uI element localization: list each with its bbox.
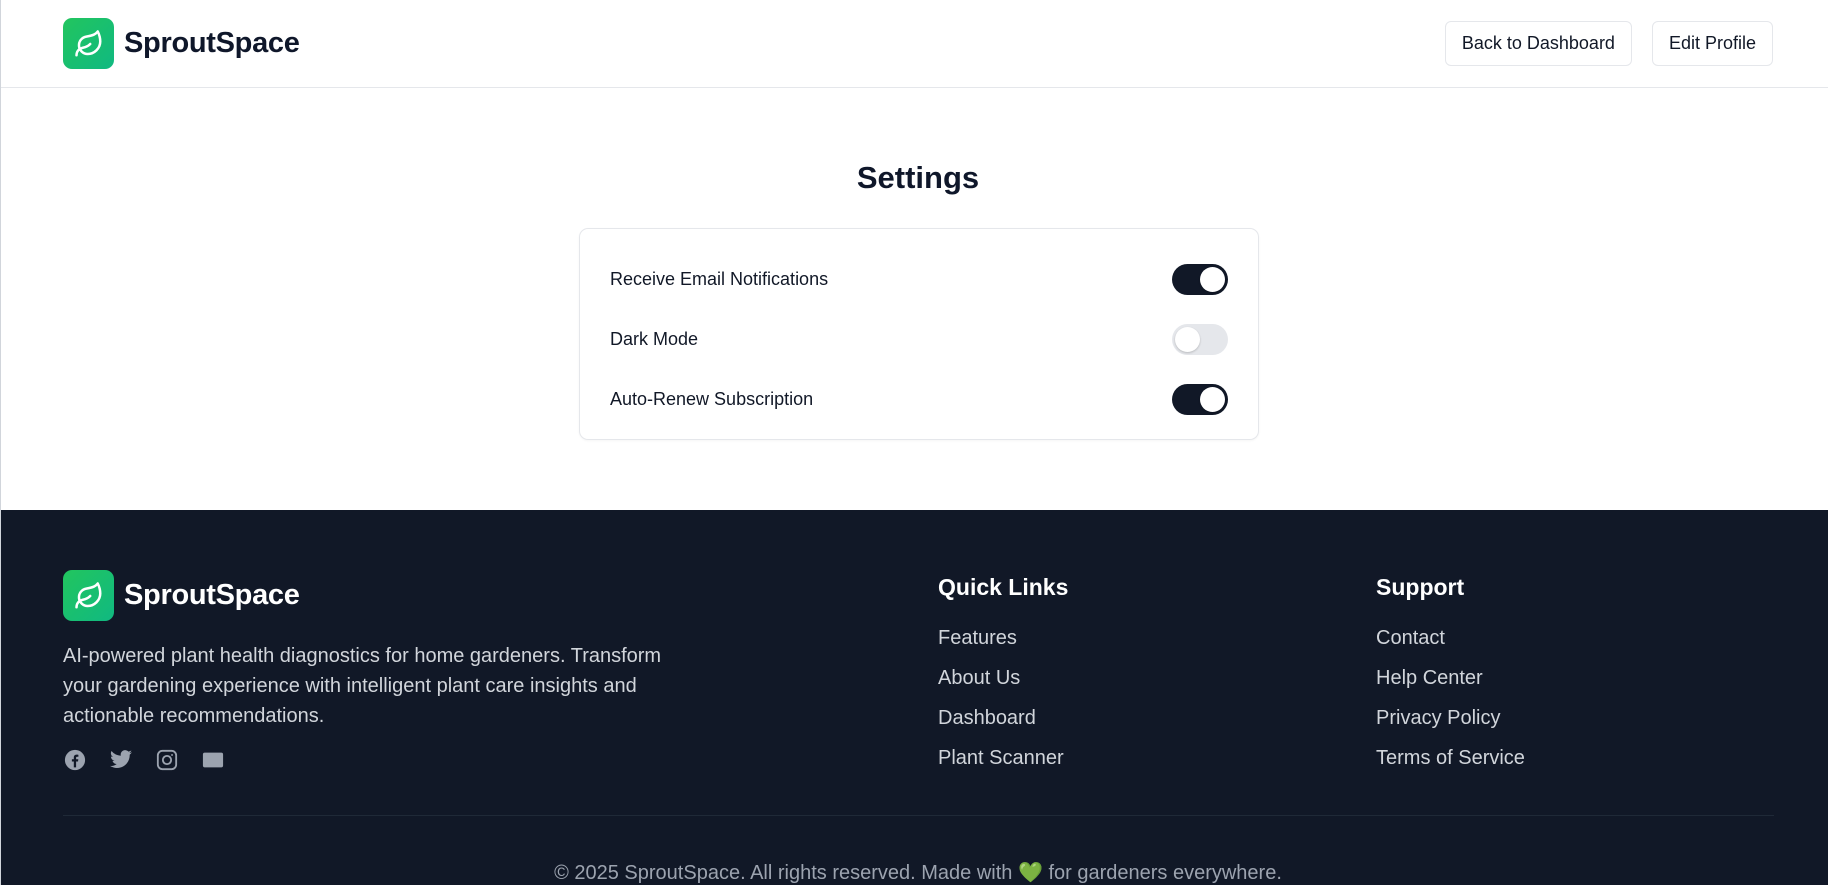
brand-name: SproutSpace [124,27,300,59]
edit-profile-button[interactable]: Edit Profile [1651,21,1773,66]
page-title: Settings [856,160,980,195]
back-to-dashboard-button[interactable]: Back to Dashboard [1444,21,1632,66]
footer-brand[interactable]: SproutSpace [63,570,300,621]
quick-links-column: Quick Links Features About Us Dashboard … [938,574,1068,787]
quick-links-heading: Quick Links [938,574,1069,600]
facebook-icon[interactable] [63,748,87,772]
mail-icon[interactable] [201,748,225,772]
toggle-knob [1200,386,1225,412]
leaf-icon [63,18,114,69]
heart-icon: 💚 [1017,862,1043,884]
footer-link-help-center[interactable]: Help Center [1376,667,1525,707]
toggle-knob [1200,266,1225,292]
setting-row-email-notifications: Receive Email Notifications [610,249,1228,309]
twitter-icon[interactable] [109,748,133,772]
setting-label: Auto-Renew Subscription [610,388,814,409]
footer-link-plant-scanner[interactable]: Plant Scanner [938,747,1068,787]
instagram-icon[interactable] [155,748,179,772]
support-heading: Support [1376,574,1465,600]
copyright-text: © 2025 SproutSpace. All rights reserved.… [554,862,1013,884]
setting-label: Receive Email Notifications [610,268,829,289]
copyright-tagline: for gardeners everywhere. [1048,862,1282,884]
auto-renew-toggle[interactable] [1172,383,1228,415]
footer-brand-name: SproutSpace [124,579,300,611]
email-notifications-toggle[interactable] [1172,263,1228,295]
leaf-icon [63,570,114,621]
header-actions: Back to Dashboard Edit Profile [1444,21,1773,66]
settings-card: Receive Email Notifications Dark Mode Au… [579,228,1259,440]
setting-row-auto-renew: Auto-Renew Subscription [610,369,1228,429]
setting-label: Dark Mode [610,328,699,349]
footer-link-features[interactable]: Features [938,627,1068,667]
toggle-knob [1175,326,1200,352]
support-column: Support Contact Help Center Privacy Poli… [1376,574,1525,787]
top-header: SproutSpace Back to Dashboard Edit Profi… [1,0,1828,88]
footer-link-terms-of-service[interactable]: Terms of Service [1376,747,1525,787]
brand[interactable]: SproutSpace [63,18,300,69]
footer-link-contact[interactable]: Contact [1376,627,1525,667]
dark-mode-toggle[interactable] [1172,323,1228,355]
footer-link-about-us[interactable]: About Us [938,667,1068,707]
footer-divider [63,815,1774,816]
footer-description: AI-powered plant health diagnostics for … [63,645,662,727]
footer-link-privacy-policy[interactable]: Privacy Policy [1376,707,1525,747]
social-links [63,748,225,772]
setting-row-dark-mode: Dark Mode [610,309,1228,369]
footer-link-dashboard[interactable]: Dashboard [938,707,1068,747]
footer: SproutSpace AI-powered plant health diag… [1,510,1828,885]
copyright: © 2025 SproutSpace. All rights reserved.… [1,860,1828,885]
